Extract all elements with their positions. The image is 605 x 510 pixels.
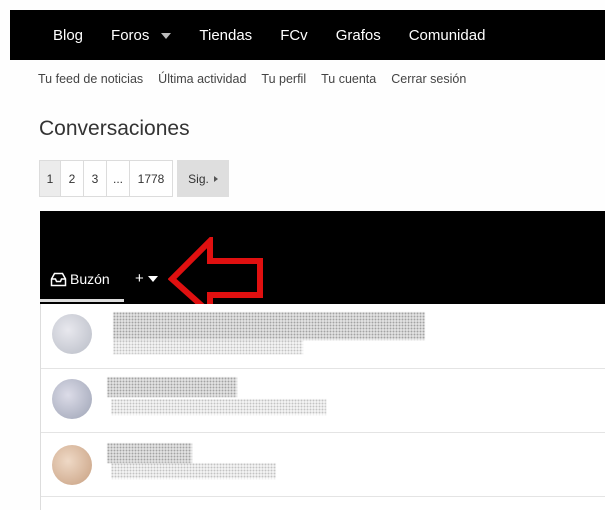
- subnav-latest-activity[interactable]: Última actividad: [158, 72, 246, 86]
- next-page-label: Sig.: [188, 171, 209, 186]
- nav-grafos[interactable]: Grafos: [336, 27, 381, 44]
- nav-fcv[interactable]: FCv: [280, 27, 308, 44]
- subnav-logout[interactable]: Cerrar sesión: [391, 72, 466, 86]
- nav-blog[interactable]: Blog: [53, 27, 83, 44]
- redacted-subtitle: [111, 399, 326, 415]
- nav-comunidad[interactable]: Comunidad: [409, 27, 486, 44]
- nav-tiendas[interactable]: Tiendas: [199, 27, 252, 44]
- redacted-subtitle: [113, 340, 303, 354]
- page-1-button[interactable]: 1: [39, 160, 61, 197]
- page-ellipsis-button[interactable]: ...: [106, 160, 130, 197]
- plus-icon: +: [135, 270, 144, 287]
- nav-fcv-label: FCv: [280, 26, 308, 44]
- avatar[interactable]: [52, 379, 92, 419]
- page-3-button[interactable]: 3: [83, 160, 107, 197]
- active-tab-indicator: [40, 299, 124, 302]
- conversations-tab-header: [40, 211, 605, 304]
- pagination: 1 2 3 ... 1778 Sig.: [39, 160, 229, 197]
- list-item[interactable]: [41, 304, 605, 369]
- nav-foros[interactable]: Foros: [111, 26, 172, 44]
- list-item[interactable]: [41, 433, 605, 497]
- next-page-button[interactable]: Sig.: [177, 160, 229, 197]
- chevron-down-icon[interactable]: [161, 33, 172, 39]
- tab-inbox-label: Buzón: [70, 271, 110, 287]
- avatar[interactable]: [52, 314, 92, 354]
- page-last-button[interactable]: 1778: [129, 160, 173, 197]
- top-navigation-bar: Blog Foros Tiendas FCv Grafos Comunidad: [10, 10, 605, 60]
- nav-blog-label: Blog: [53, 26, 84, 44]
- caret-down-icon: [147, 275, 158, 282]
- subnav-profile[interactable]: Tu perfil: [261, 72, 306, 86]
- avatar[interactable]: [52, 445, 92, 485]
- conversation-list: [40, 304, 605, 510]
- redacted-title: [113, 312, 425, 340]
- list-item[interactable]: [41, 369, 605, 433]
- nav-tiendas-label: Tiendas: [199, 26, 253, 44]
- subnav-news-feed[interactable]: Tu feed de noticias: [38, 72, 143, 86]
- redacted-title: [107, 443, 192, 463]
- tab-inbox[interactable]: Buzón: [50, 271, 110, 287]
- nav-foros-label: Foros: [111, 26, 150, 44]
- page-title: Conversaciones: [39, 117, 190, 140]
- redacted-subtitle: [111, 463, 276, 479]
- nav-grafos-label: Grafos: [335, 26, 381, 44]
- nav-comunidad-label: Comunidad: [408, 26, 486, 44]
- redacted-title: [107, 377, 237, 397]
- page-2-button[interactable]: 2: [60, 160, 84, 197]
- new-conversation-dropdown[interactable]: +: [135, 270, 158, 287]
- account-subnav: Tu feed de noticias Última actividad Tu …: [38, 72, 481, 86]
- chevron-right-icon: [213, 175, 218, 182]
- inbox-icon: [50, 272, 67, 286]
- subnav-account[interactable]: Tu cuenta: [321, 72, 376, 86]
